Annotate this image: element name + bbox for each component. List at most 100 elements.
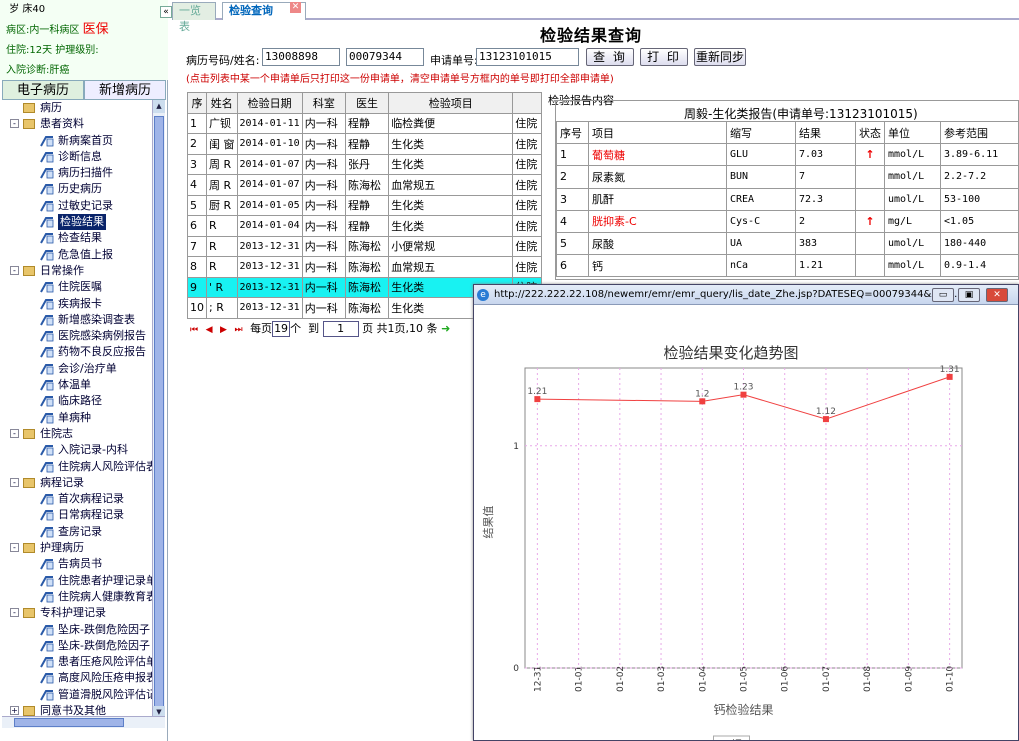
table-row[interactable]: 7 R 2013-12-31 内一科 陈海松 小便常规 住院 — [187, 235, 542, 257]
tree-vertical-scrollbar[interactable]: ▲ ▼ — [152, 100, 165, 720]
table-cell: 住院 — [512, 174, 542, 196]
table-cell: 临检粪便 — [388, 112, 514, 134]
tree-item[interactable]: 高度风险压疮申报表 — [2, 670, 152, 686]
report-row[interactable]: 2 尿素氮 BUN 7 mmol/L 2.2-7.2 — [556, 165, 1019, 189]
report-row[interactable]: 4 胱抑素-C Cys-C 2 ↑ mg/L <1.05 — [556, 209, 1019, 233]
tree-item[interactable]: 新增感染调查表 — [2, 312, 152, 328]
report-row[interactable]: 6 钙 nCa 1.21 mmol/L 0.9-1.4 — [556, 254, 1019, 278]
page-number-input[interactable]: 1 — [322, 321, 359, 337]
tree-item[interactable]: 会诊/治疗单 — [2, 361, 152, 377]
popup-title-bar[interactable]: e http://222.222.22.108/newemr/emr/emr_q… — [474, 285, 1018, 305]
close-window-icon[interactable]: ✕ — [986, 288, 1008, 302]
hscroll-thumb[interactable] — [14, 718, 124, 727]
tree-item[interactable]: 体温单 — [2, 377, 152, 393]
tree-item[interactable]: 坠床-跌倒危险因子 — [2, 622, 152, 638]
patient-id-input[interactable]: 13008898 — [262, 48, 340, 66]
tree-item[interactable]: 入院记录-内科 — [2, 442, 152, 458]
close-tab-icon[interactable]: ✕ — [290, 2, 301, 13]
tree-item[interactable]: 病历扫描件 — [2, 165, 152, 181]
document-icon — [40, 167, 54, 179]
minimize-icon[interactable]: ▭ — [932, 288, 954, 302]
tree-item[interactable]: 历史病历 — [2, 181, 152, 197]
expand-node-icon[interactable]: + — [10, 705, 19, 715]
collapse-panel-button[interactable]: « — [160, 6, 172, 18]
collapse-node-icon[interactable]: - — [10, 119, 19, 129]
tree-item[interactable]: 告病员书 — [2, 556, 152, 572]
table-row[interactable]: 5厨 R 2014-01-05 内一科 程静 生化类 住院 — [187, 194, 542, 216]
tree-item[interactable]: 药物不良反应报告 — [2, 344, 152, 360]
last-page-icon[interactable]: ⏭ — [234, 325, 242, 335]
report-row[interactable]: 1 葡萄糖 GLU 7.03 ↑ mmol/L 3.89-6.11 — [556, 143, 1019, 167]
tree-item[interactable]: 单病种 — [2, 410, 152, 426]
collapse-node-icon[interactable]: - — [10, 543, 19, 553]
folder-icon — [23, 477, 35, 488]
tree-item[interactable]: 住院患者护理记录单 — [2, 573, 152, 589]
y-tick-label: 1 — [513, 442, 519, 452]
tree-item-label: 首次病程记录 — [58, 492, 124, 506]
tree-folder[interactable]: - 病程记录 — [2, 475, 152, 491]
tree-item[interactable]: 过敏史记录 — [2, 198, 152, 214]
tree-item[interactable]: 住院医嘱 — [2, 279, 152, 295]
scroll-up-icon[interactable]: ▲ — [153, 100, 165, 113]
tree-item[interactable]: 疾病报卡 — [2, 296, 152, 312]
table-row[interactable]: 4周 R 2014-01-07 内一科 陈海松 血常规五 住院 — [187, 174, 542, 196]
next-page-icon[interactable]: ▶ — [220, 325, 227, 335]
maximize-icon[interactable]: ▣ — [958, 288, 980, 302]
tree-item[interactable]: 住院病人健康教育表 — [2, 589, 152, 605]
table-row[interactable]: 2闺 窗 2014-01-10 内一科 程静 生化类 住院 — [187, 133, 542, 155]
tree-item[interactable]: 查房记录 — [2, 524, 152, 540]
prev-page-icon[interactable]: ◀ — [206, 325, 213, 335]
tree-item[interactable]: 危急值上报 — [2, 247, 152, 263]
collapse-node-icon[interactable]: - — [10, 608, 19, 618]
tree-folder[interactable]: - 护理病历 — [2, 540, 152, 556]
tree-item-label: 病历扫描件 — [58, 166, 113, 180]
scroll-thumb[interactable] — [154, 116, 164, 716]
tree-item[interactable]: 日常病程记录 — [2, 507, 152, 523]
table-cell: 程静 — [344, 112, 390, 134]
tree-item[interactable]: 临床路径 — [2, 393, 152, 409]
tree-item[interactable]: 检验结果 — [2, 214, 152, 231]
patient-id2-input[interactable]: 00079344 — [346, 48, 424, 66]
table-row[interactable]: 6 R 2014-01-04 内一科 程静 生化类 住院 — [187, 215, 542, 237]
tree-folder[interactable]: - 住院志 — [2, 426, 152, 442]
resync-button[interactable]: 重新同步 — [694, 48, 746, 66]
tree-item[interactable]: 医院感染病例报告 — [2, 328, 152, 344]
tree-item[interactable]: 患者压疮风险评估单 — [2, 654, 152, 670]
first-page-icon[interactable]: ⏮ — [190, 325, 198, 335]
collapse-node-icon[interactable]: - — [10, 477, 19, 487]
tree-folder[interactable]: 病历 — [2, 100, 152, 116]
table-row[interactable]: 8 R 2013-12-31 内一科 陈海松 血常规五 住院 — [187, 256, 542, 278]
query-button[interactable]: 查 询 — [586, 48, 634, 66]
tree-item[interactable]: 首次病程记录 — [2, 491, 152, 507]
table-cell: 血常规五 — [388, 256, 514, 278]
tree-item[interactable]: 诊断信息 — [2, 149, 152, 165]
go-page-icon[interactable]: ➜ — [441, 322, 450, 335]
tree-item[interactable]: 住院病人风险评估表 — [2, 459, 152, 475]
report-cell-item: 尿素氮 — [588, 165, 727, 189]
tree-item[interactable]: 管道滑脱风险评估记 — [2, 687, 152, 703]
tab-emr[interactable]: 电子病历 — [2, 80, 84, 100]
per-page-input[interactable]: 19 — [272, 321, 291, 337]
request-no-input[interactable]: 13123101015 — [476, 48, 579, 66]
report-row[interactable]: 5 尿酸 UA 383 umol/L 180-440 — [556, 231, 1019, 256]
tree-folder[interactable]: - 日常操作 — [2, 263, 152, 279]
collapse-node-icon[interactable]: - — [10, 265, 19, 275]
tab-new-record[interactable]: 新增病历 — [84, 80, 166, 100]
tree-folder[interactable]: - 患者资料 — [2, 116, 152, 132]
x-tick-label: 12-31 — [533, 666, 543, 692]
collapse-node-icon[interactable]: - — [10, 428, 19, 438]
report-row[interactable]: 3 肌酐 CREA 72.3 umol/L 53-100 — [556, 187, 1019, 211]
print-button[interactable]: 打 印 — [640, 48, 688, 66]
tree-folder[interactable]: - 专科护理记录 — [2, 605, 152, 621]
report-cell-range: 2.2-7.2 — [940, 165, 1019, 189]
table-row[interactable]: 1 广钡 2014-01-11 内一科 程静 临检粪便 住院 — [187, 112, 542, 134]
tab-overview[interactable]: 一览表 — [172, 2, 216, 33]
report-cell-no: 2 — [556, 165, 589, 189]
tree-item[interactable]: 检查结果 — [2, 230, 152, 246]
table-row[interactable]: 3周 R 2014-01-07 内一科 张丹 生化类 住院 — [187, 153, 542, 175]
tree-item[interactable]: 坠床-跌倒危险因子 — [2, 638, 152, 654]
tree-horizontal-scrollbar[interactable] — [2, 716, 165, 728]
tree-item[interactable]: 新病案首页 — [2, 133, 152, 149]
report-cell-abbr: GLU — [726, 143, 796, 167]
table-cell: 程静 — [344, 133, 390, 155]
